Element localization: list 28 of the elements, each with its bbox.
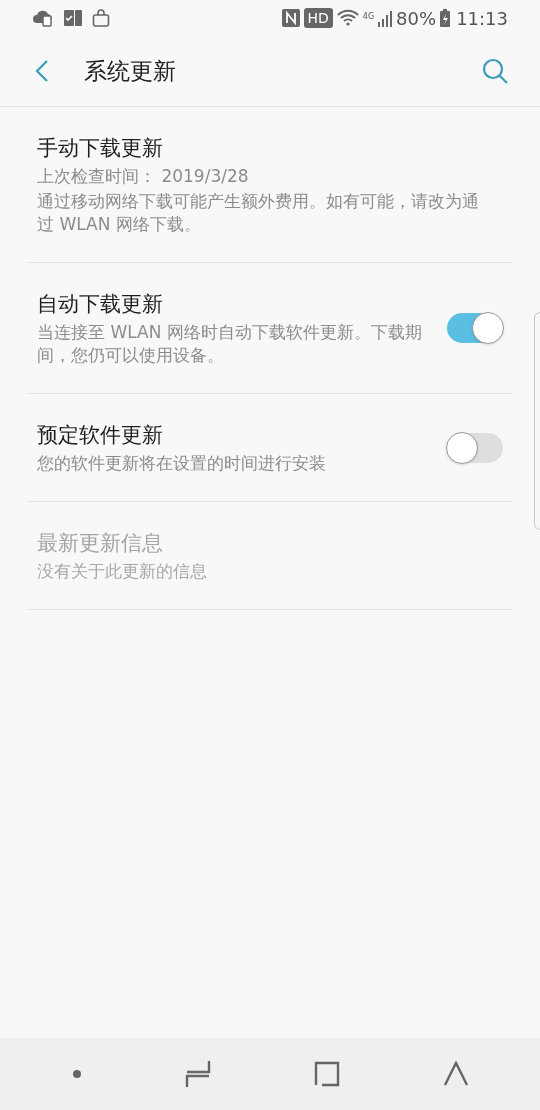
home-icon[interactable] — [313, 1061, 340, 1087]
battery-charging-icon — [440, 9, 451, 27]
shopping-bag-icon — [92, 9, 110, 27]
nfc-icon — [281, 9, 300, 27]
toggle-switch[interactable] — [447, 432, 503, 463]
dot-icon[interactable] — [71, 1069, 82, 1079]
setting-description: 您的软件更新将在设置的时间进行安装 — [37, 452, 327, 475]
cloud-icon — [32, 9, 54, 27]
clock: 11:13 — [456, 6, 508, 31]
battery-percent: 80% — [396, 6, 437, 31]
wifi-icon — [336, 9, 359, 27]
setting-description: 当连接至 WLAN 网络时自动下载软件更新。下载期间，您仍可以使用设备。 — [37, 321, 422, 367]
search-button[interactable] — [480, 56, 510, 86]
setting-title[interactable]: 预定软件更新 — [37, 420, 422, 450]
setting-description: 没有关于此更新的信息 — [37, 560, 208, 583]
setting-title[interactable]: 自动下载更新 — [37, 289, 422, 319]
setting-description: 通过移动网络下载可能产生额外费用。如有可能，请改为通过 WLAN 网络下载。 — [37, 190, 480, 236]
network-label: 4G — [362, 12, 375, 21]
toggle-switch[interactable] — [447, 313, 503, 343]
signal-icon — [378, 9, 393, 27]
checklist-icon — [64, 9, 82, 27]
page-title: 系统更新 — [84, 56, 176, 86]
setting-title: 最新更新信息 — [37, 530, 164, 557]
setting-description: 上次检查时间： 2019/3/28 — [37, 165, 250, 188]
hd-badge: HD — [303, 8, 333, 28]
back-icon[interactable] — [442, 1061, 469, 1087]
recents-icon[interactable] — [184, 1060, 211, 1088]
setting-title[interactable]: 手动下载更新 — [37, 133, 483, 163]
